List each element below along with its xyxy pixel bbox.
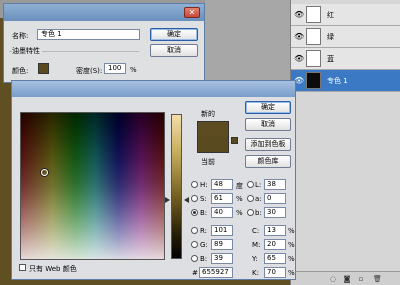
radio-saturation[interactable] [191, 195, 198, 202]
b-label: b: [255, 209, 262, 217]
add-to-swatches-button[interactable]: 添加到色板 [245, 138, 291, 151]
trash-icon[interactable]: 🗑 [373, 275, 382, 283]
load-selection-icon[interactable]: ◌ [329, 275, 337, 283]
web-colors-label: 只有 Web 颜色 [29, 265, 77, 273]
black-unit: % [288, 269, 295, 277]
dialog-titlebar[interactable] [12, 81, 295, 97]
ink-characteristics-label: 油墨特性 [12, 46, 42, 56]
ok-button[interactable]: 确定 [150, 28, 198, 41]
solidity-label: 密度(S): [76, 67, 103, 75]
web-colors-checkbox[interactable] [19, 264, 26, 271]
canvas-gray-area [205, 0, 290, 84]
saturation-input[interactable]: 61 [211, 193, 233, 204]
ok-button[interactable]: 确定 [245, 101, 291, 114]
new-color-swatch [198, 122, 228, 137]
radio-brightness[interactable] [191, 209, 198, 216]
radio-blue[interactable] [191, 255, 198, 262]
current-color-label: 当前 [201, 158, 215, 166]
color-swatch[interactable] [38, 63, 49, 74]
channel-row-red[interactable]: 👁 红 [291, 4, 400, 26]
cancel-button[interactable]: 取消 [245, 118, 291, 131]
yellow-label: Y: [252, 255, 258, 263]
slider-arrow-right-icon[interactable] [184, 197, 189, 203]
solidity-input[interactable]: 100 [104, 63, 126, 74]
green-label: G: [200, 241, 208, 249]
slider-arrow-left-icon[interactable] [165, 197, 170, 203]
color-picker-dialog: 新的 当前 确定 取消 添加到色板 颜色库 H: 48 度 S: 61 % B:… [11, 80, 296, 280]
channels-panel: 👁 红 👁 绿 👁 蓝 👁 专色 1 ◌ ◙ ▫ 🗑 [290, 0, 400, 285]
brightness-unit: % [236, 209, 243, 217]
channel-label: 蓝 [327, 55, 334, 63]
channel-row-spot[interactable]: 👁 专色 1 [291, 70, 400, 92]
magenta-label: M: [252, 241, 261, 249]
red-input[interactable]: 101 [211, 225, 233, 236]
cyan-unit: % [288, 227, 295, 235]
channel-row-blue[interactable]: 👁 蓝 [291, 48, 400, 70]
panel-footer: ◌ ◙ ▫ 🗑 [291, 271, 400, 285]
red-label: R: [200, 227, 208, 235]
radio-a[interactable] [247, 195, 254, 202]
saturation-unit: % [236, 195, 243, 203]
close-icon[interactable]: ✕ [184, 7, 200, 18]
hex-input[interactable]: 655927 [199, 267, 233, 278]
radio-lightness[interactable] [247, 181, 254, 188]
channel-thumbnail [306, 6, 321, 23]
hue-input[interactable]: 48 [211, 179, 233, 190]
lightness-label: L: [255, 181, 262, 189]
color-preview [197, 121, 229, 153]
brightness-input[interactable]: 40 [211, 207, 233, 218]
a-label: a: [255, 195, 262, 203]
name-label: 名称: [12, 32, 29, 40]
cancel-button[interactable]: 取消 [150, 44, 198, 57]
gamut-warning-icon[interactable] [231, 137, 238, 144]
save-selection-icon[interactable]: ◙ [343, 275, 351, 283]
eye-icon[interactable]: 👁 [294, 10, 304, 19]
solidity-unit: % [130, 66, 137, 74]
channel-row-green[interactable]: 👁 绿 [291, 26, 400, 48]
green-input[interactable]: 89 [211, 239, 233, 250]
yellow-unit: % [288, 255, 295, 263]
color-field[interactable] [20, 112, 165, 260]
lightness-input[interactable]: 38 [264, 179, 286, 190]
current-color-swatch[interactable] [198, 137, 228, 152]
new-spot-channel-dialog: ✕ 名称: 专色 1 确定 取消 油墨特性 颜色: 密度(S): 100 % [3, 3, 205, 83]
a-input[interactable]: 0 [264, 193, 286, 204]
name-input[interactable]: 专色 1 [37, 29, 140, 40]
radio-green[interactable] [191, 241, 198, 248]
black-label: K: [252, 269, 259, 277]
radio-hue[interactable] [191, 181, 198, 188]
channel-thumbnail [306, 50, 321, 67]
color-field-marker[interactable] [41, 169, 48, 176]
eye-icon[interactable]: 👁 [294, 54, 304, 63]
channel-label: 专色 1 [327, 77, 348, 85]
magenta-unit: % [288, 241, 295, 249]
blue-label: B: [200, 255, 208, 263]
blue-input[interactable]: 39 [211, 253, 233, 264]
dialog-titlebar[interactable]: ✕ [4, 4, 204, 21]
channel-thumbnail [306, 72, 321, 89]
color-label: 颜色: [12, 67, 29, 75]
cyan-input[interactable]: 13 [264, 225, 286, 236]
magenta-input[interactable]: 20 [264, 239, 286, 250]
radio-red[interactable] [191, 227, 198, 234]
channel-thumbnail [306, 28, 321, 45]
channel-label: 绿 [327, 33, 334, 41]
cyan-label: C: [252, 227, 260, 235]
radio-b[interactable] [247, 209, 254, 216]
b-input[interactable]: 30 [264, 207, 286, 218]
eye-icon[interactable]: 👁 [294, 32, 304, 41]
channel-label: 红 [327, 11, 334, 19]
hex-label: # [192, 269, 198, 277]
brightness-label: B: [200, 209, 208, 217]
hue-unit: 度 [236, 182, 243, 190]
color-slider[interactable] [171, 114, 182, 259]
yellow-input[interactable]: 65 [264, 253, 286, 264]
hue-label: H: [200, 181, 208, 189]
color-libraries-button[interactable]: 颜色库 [245, 155, 291, 168]
saturation-label: S: [200, 195, 207, 203]
new-color-label: 新的 [201, 110, 215, 118]
black-input[interactable]: 70 [264, 267, 286, 278]
new-channel-icon[interactable]: ▫ [357, 275, 365, 283]
